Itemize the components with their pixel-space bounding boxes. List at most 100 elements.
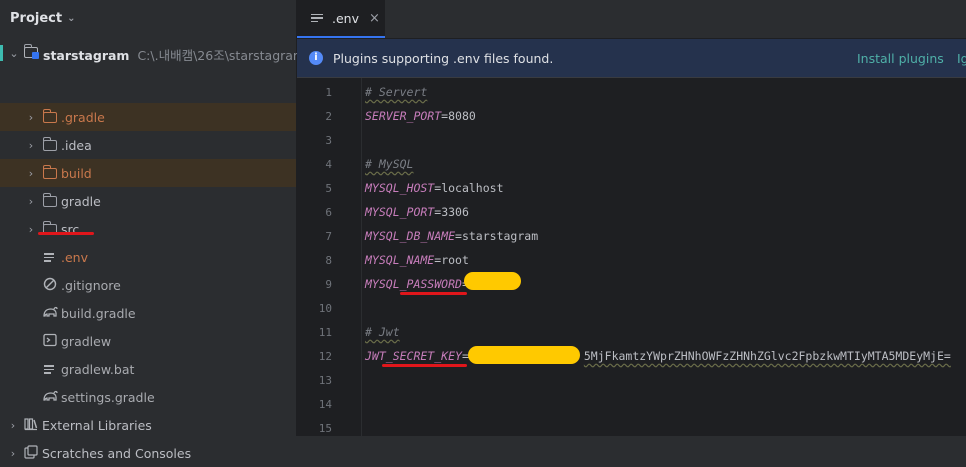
env-key: MYSQL_HOST <box>365 181 435 195</box>
tree-item-label: gradlew.bat <box>61 361 135 377</box>
line-number: 9 <box>325 278 332 291</box>
tree-item-label: gradle <box>61 193 101 209</box>
tree-item-gradlew-bat[interactable]: gradlew.bat <box>0 355 296 383</box>
libraries-icon <box>24 417 40 433</box>
tree-item-gitignore[interactable]: .gitignore <box>0 271 296 299</box>
env-key: MYSQL_PORT <box>365 205 435 219</box>
code-comment: # Servert <box>365 85 428 99</box>
tree-item-external-libraries[interactable]: › External Libraries <box>0 411 296 439</box>
env-value: root <box>441 253 469 267</box>
line-number: 5 <box>325 182 332 195</box>
tree-item-label: .gradle <box>61 109 105 125</box>
env-value: 8080 <box>448 109 476 123</box>
tree-item-label: .gitignore <box>61 277 121 293</box>
project-panel-title: Project <box>10 10 63 26</box>
install-plugins-link[interactable]: Install plugins <box>857 51 944 66</box>
gradle-elephant-icon <box>42 305 58 321</box>
env-key: JWT_SECRET_KEY <box>365 349 462 363</box>
folder-icon <box>42 137 59 153</box>
banner-text: Plugins supporting .env files found. <box>333 50 554 66</box>
ignore-link[interactable]: Ig <box>957 51 966 66</box>
ignore-file-icon <box>43 277 59 293</box>
code-comment: # Jwt <box>365 325 400 339</box>
tree-item-src[interactable]: › src <box>0 215 296 243</box>
editor: .env × i Plugins supporting .env files f… <box>297 0 966 436</box>
tree-item-gradle[interactable]: › gradle <box>0 187 296 215</box>
tree-item-label: starstagram <box>43 48 130 63</box>
tree-item-label: build <box>61 165 92 181</box>
tree-item-label: Scratches and Consoles <box>42 445 192 461</box>
tree-item-gradlew[interactable]: gradlew <box>0 327 296 355</box>
terminal-file-icon <box>43 333 59 349</box>
tree-item-label: .idea <box>61 137 92 153</box>
tree-item-label: gradlew <box>61 333 112 349</box>
tree-item-label: settings.gradle <box>61 389 155 405</box>
project-panel-header[interactable]: Project ⌄ <box>0 0 296 36</box>
chevron-right-icon[interactable]: › <box>25 167 37 180</box>
scratches-icon <box>24 445 40 461</box>
tree-item-label: build.gradle <box>61 305 136 321</box>
line-number: 6 <box>325 206 332 219</box>
chevron-right-icon[interactable]: › <box>25 195 37 208</box>
line-number: 15 <box>318 422 332 435</box>
line-number: 3 <box>325 134 332 147</box>
tab-label: .env <box>332 10 359 26</box>
line-number: 8 <box>325 254 332 267</box>
code-line: MYSQL_HOST=localhost <box>365 176 965 200</box>
text-file-icon <box>43 363 55 379</box>
tree-item-scratches[interactable]: › Scratches and Consoles <box>0 439 296 467</box>
red-annotation-underline <box>38 232 94 235</box>
close-icon[interactable]: × <box>369 11 380 26</box>
tree-item-label: External Libraries <box>42 417 152 433</box>
folder-icon <box>42 165 59 181</box>
env-key: MYSQL_PASSWORD <box>365 277 462 291</box>
project-path: C:\.내배캠\26조\starstagram <box>137 48 306 63</box>
line-number: 4 <box>325 158 332 171</box>
chevron-right-icon[interactable]: › <box>7 447 19 460</box>
env-value: 3306 <box>441 205 469 219</box>
tree-item-idea[interactable]: › .idea <box>0 131 296 159</box>
tree-item-label: .env <box>61 249 88 265</box>
tree-item-settings-gradle[interactable]: settings.gradle <box>0 383 296 411</box>
line-number: 2 <box>325 110 332 123</box>
text-file-icon <box>43 251 55 267</box>
tree-item-env[interactable]: .env <box>0 243 296 271</box>
indent-guide <box>361 78 362 436</box>
redaction-mark <box>464 272 521 290</box>
line-number-gutter: 1 2 3 4 5 6 7 8 9 10 11 12 13 14 15 <box>297 78 342 436</box>
gradle-elephant-icon <box>42 389 58 405</box>
red-annotation-underline <box>382 364 467 367</box>
tree-item-build[interactable]: › build <box>0 159 296 187</box>
code-comment: # MySQL <box>365 157 414 171</box>
folder-icon <box>42 109 59 125</box>
plugin-banner: i Plugins supporting .env files found. I… <box>297 39 966 78</box>
tree-item-gradle-hidden[interactable]: › .gradle <box>0 103 296 131</box>
project-panel: Project ⌄ ⌄ starstagram C:\.내배캠\26조\stars… <box>0 0 305 461</box>
chevron-right-icon[interactable]: › <box>7 419 19 432</box>
line-number: 7 <box>325 230 332 243</box>
tree-item-build-gradle[interactable]: build.gradle <box>0 299 296 327</box>
info-icon: i <box>309 51 323 65</box>
equals-sign: = <box>455 229 462 243</box>
line-number: 13 <box>318 374 332 387</box>
vcs-marker <box>0 45 3 61</box>
env-value: 5MjFkamtzYWprZHNhOWFzZHNhZGlvc2FpbzkwMTI… <box>583 349 951 363</box>
code-line: MYSQL_NAME=root <box>365 248 965 272</box>
chevron-right-icon[interactable]: › <box>25 223 37 236</box>
chevron-down-icon[interactable]: ⌄ <box>67 13 75 24</box>
module-folder-icon <box>23 44 40 60</box>
red-annotation-underline <box>400 292 467 295</box>
chevron-down-icon[interactable]: ⌄ <box>8 47 20 60</box>
chevron-right-icon[interactable]: › <box>25 111 37 124</box>
code-line: MYSQL_DB_NAME=starstagram <box>365 224 965 248</box>
tab-env[interactable]: .env × <box>297 0 385 38</box>
line-number: 12 <box>318 350 332 363</box>
tree-item-starstagram[interactable]: ⌄ starstagram C:\.내배캠\26조\starstagram <box>0 39 305 67</box>
line-number: 11 <box>318 326 332 339</box>
line-number: 10 <box>318 302 332 315</box>
chevron-right-icon[interactable]: › <box>25 139 37 152</box>
